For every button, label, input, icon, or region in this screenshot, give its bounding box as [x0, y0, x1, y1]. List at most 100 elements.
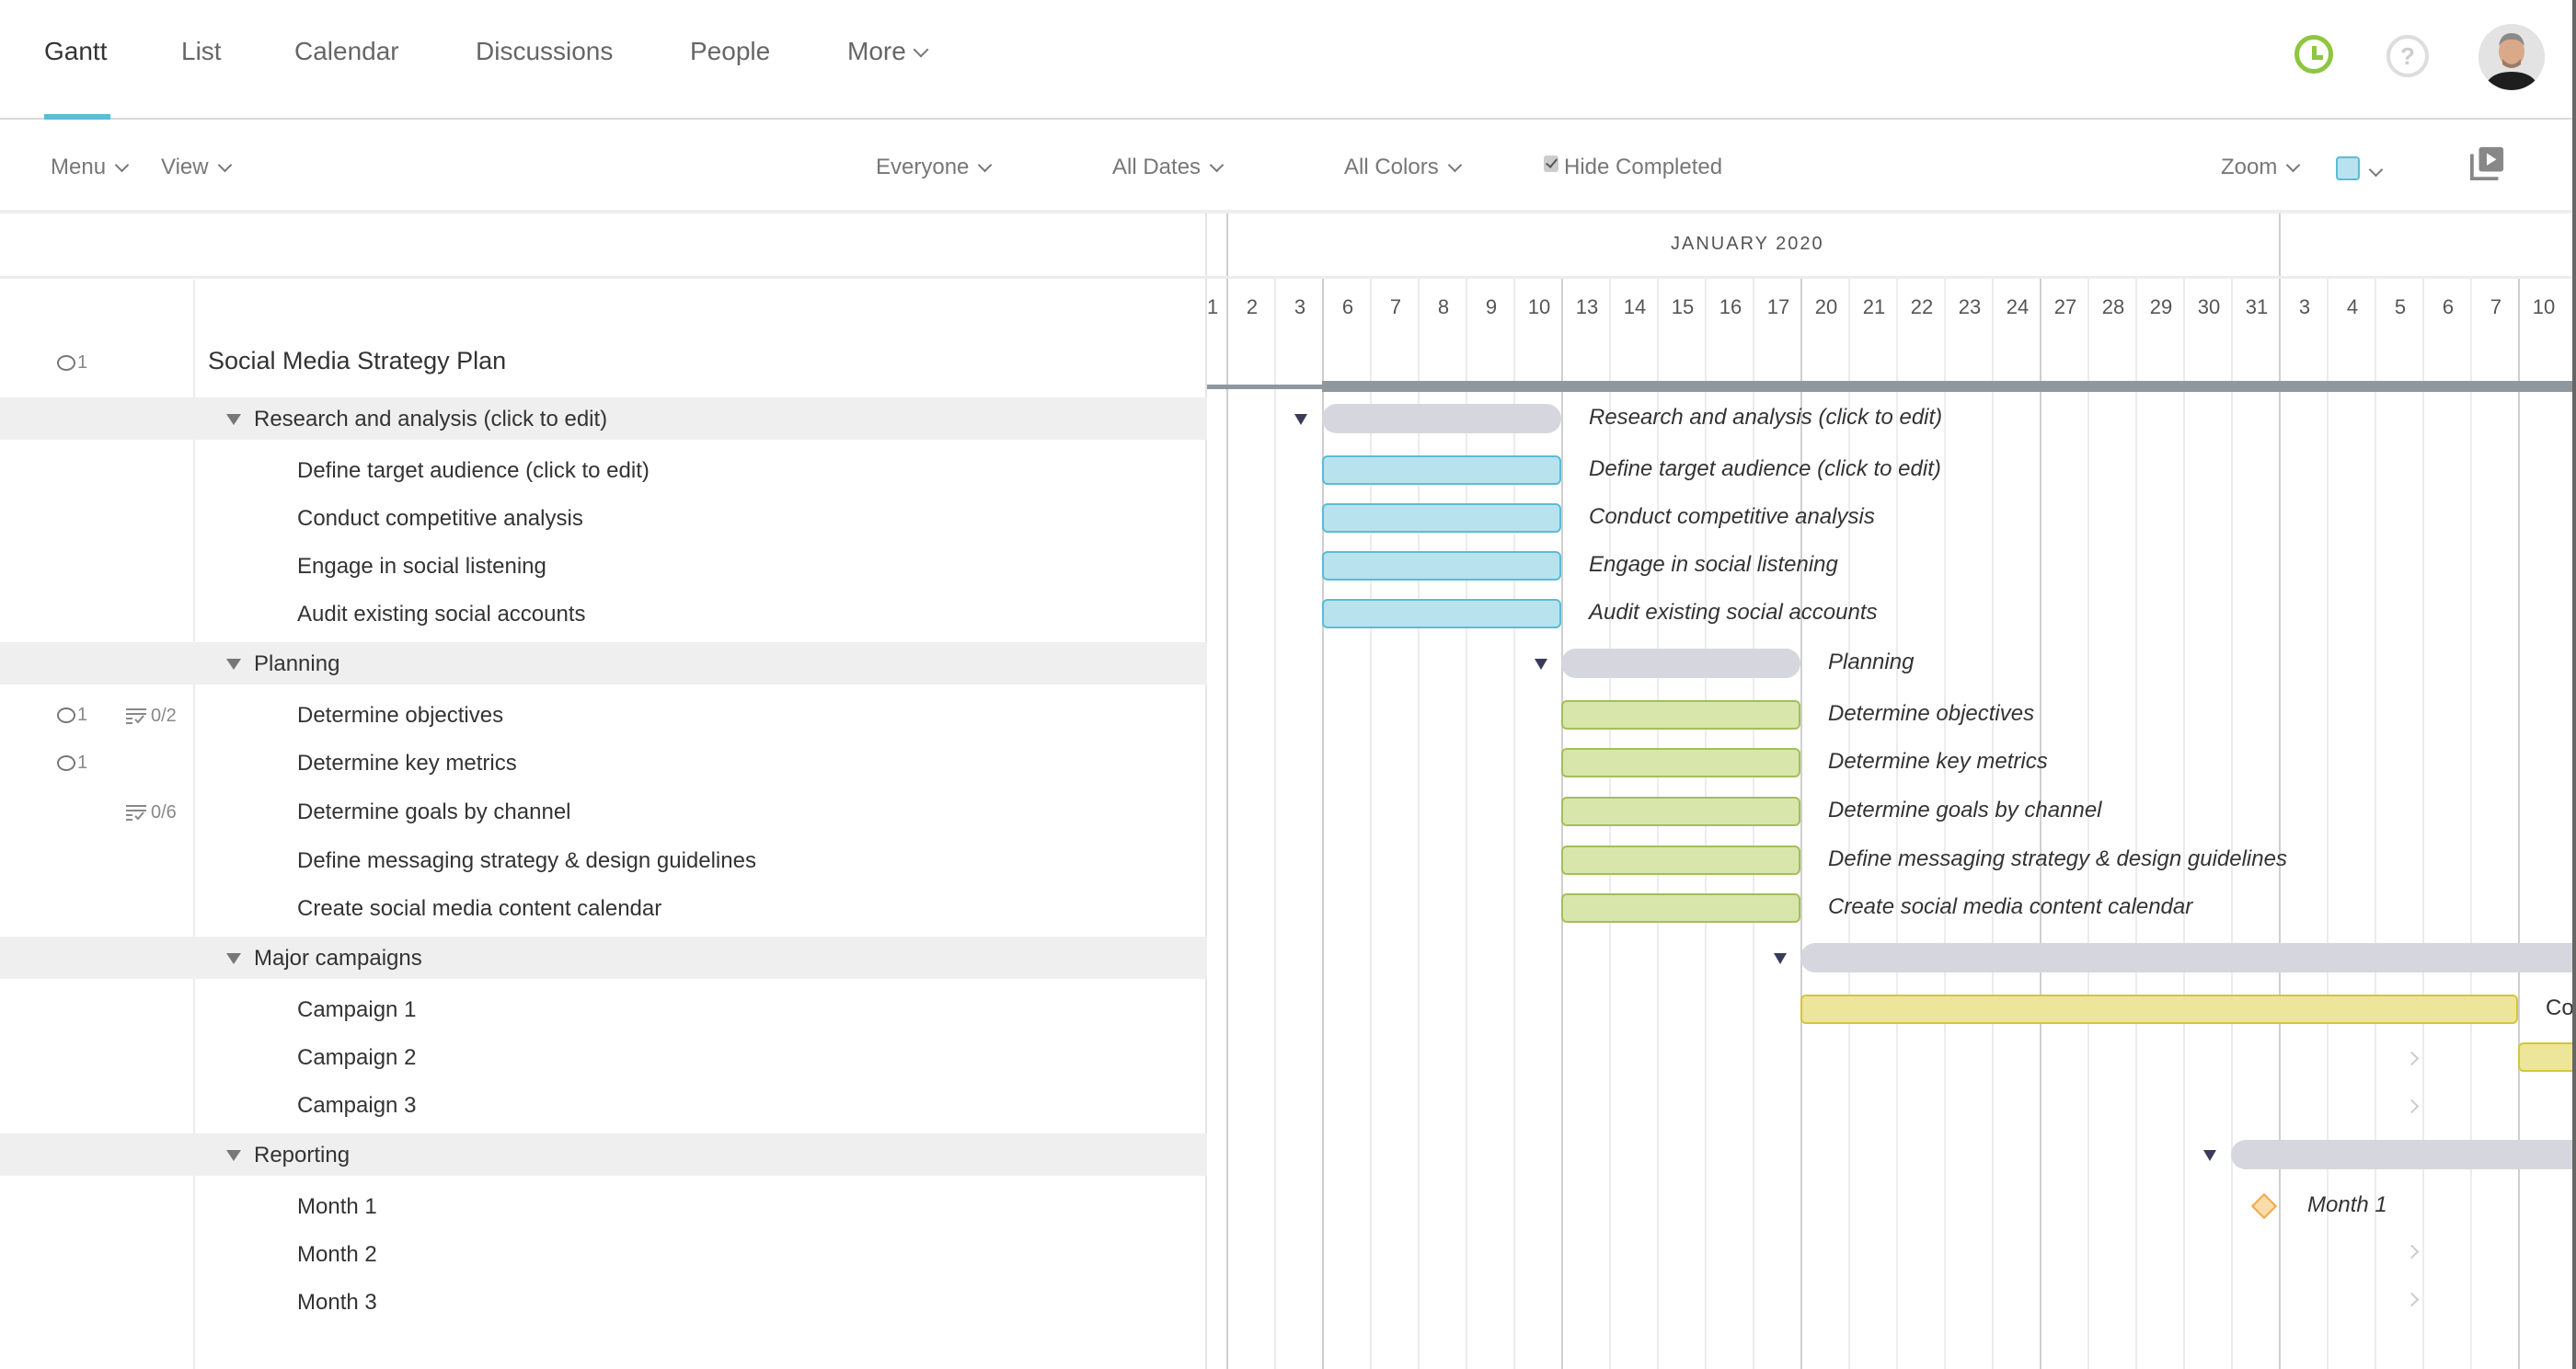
task-bar[interactable]: [1561, 893, 1800, 923]
task-name[interactable]: Engage in social listening: [297, 554, 546, 580]
task-row[interactable]: Month 1: [0, 1185, 1207, 1227]
task-name[interactable]: Determine objectives: [297, 703, 503, 729]
user-avatar[interactable]: [2478, 24, 2545, 90]
clock-icon[interactable]: [2294, 35, 2333, 74]
task-bar[interactable]: [1322, 551, 1561, 581]
task-row[interactable]: Define target audience (click to edit): [0, 449, 1207, 491]
task-name[interactable]: Month 1: [297, 1194, 377, 1220]
menu-dropdown[interactable]: Menu: [51, 155, 130, 180]
colors-filter[interactable]: All Colors: [1344, 155, 1462, 180]
comment-count-value: 1: [77, 352, 88, 373]
tab-calendar[interactable]: Calendar: [294, 37, 399, 66]
everyone-filter[interactable]: Everyone: [876, 155, 993, 180]
task-row[interactable]: Engage in social listening: [0, 545, 1207, 587]
collapse-triangle-icon[interactable]: [226, 953, 241, 964]
task-name[interactable]: Month 3: [297, 1290, 377, 1316]
task-bar[interactable]: [1322, 503, 1561, 533]
task-row[interactable]: Conduct competitive analysis: [0, 497, 1207, 539]
group-summary-bar[interactable]: [1800, 943, 2576, 972]
checklist-count[interactable]: 0/2: [125, 705, 177, 727]
tab-discussions[interactable]: Discussions: [476, 37, 613, 66]
task-row[interactable]: Define messaging strategy & design guide…: [0, 839, 1207, 881]
task-name[interactable]: Create social media content calendar: [297, 896, 661, 922]
day-number: 15: [1671, 295, 1695, 318]
task-row[interactable]: 1 0/2 Determine objectives: [0, 694, 1207, 736]
question-mark-icon[interactable]: ?: [2386, 35, 2429, 77]
view-dropdown[interactable]: View: [161, 155, 232, 180]
task-name[interactable]: Campaign 3: [297, 1093, 416, 1119]
task-name[interactable]: Define messaging strategy & design guide…: [297, 848, 756, 874]
collapse-triangle-icon[interactable]: [1294, 414, 1307, 425]
day-number: 30: [2197, 295, 2221, 318]
comment-count[interactable]: 1: [57, 705, 87, 726]
collapse-triangle-icon[interactable]: [1535, 659, 1547, 670]
task-bar[interactable]: [1561, 748, 1800, 777]
project-row[interactable]: 1 Social Media Strategy Plan: [0, 341, 1207, 384]
task-row[interactable]: Campaign 2: [0, 1036, 1207, 1078]
group-row[interactable]: Major campaigns: [0, 937, 1207, 979]
zoom-dropdown[interactable]: Zoom: [2221, 155, 2301, 180]
group-summary-bar[interactable]: [1322, 404, 1561, 433]
task-bar[interactable]: [1561, 797, 1800, 826]
tab-gantt[interactable]: Gantt: [44, 37, 107, 66]
group-row[interactable]: Research and analysis (click to edit): [0, 397, 1207, 440]
group-name[interactable]: Major campaigns: [254, 946, 422, 972]
project-summary-bar[interactable]: [1322, 381, 2576, 392]
group-name[interactable]: Reporting: [254, 1143, 350, 1168]
task-bar[interactable]: [2518, 1042, 2576, 1072]
task-row[interactable]: 1 Determine key metrics: [0, 742, 1207, 784]
collapse-triangle-icon[interactable]: [1774, 953, 1787, 964]
presentation-play-icon[interactable]: [2470, 145, 2505, 180]
group-summary-bar[interactable]: [1561, 649, 1800, 678]
task-name[interactable]: Audit existing social accounts: [297, 602, 586, 627]
dates-filter[interactable]: All Dates: [1112, 155, 1225, 180]
task-name[interactable]: Campaign 2: [297, 1045, 416, 1071]
task-name[interactable]: Month 2: [297, 1242, 377, 1268]
collapse-triangle-icon[interactable]: [226, 414, 241, 425]
group-name[interactable]: Research and analysis (click to edit): [254, 407, 607, 432]
task-name[interactable]: Conduct competitive analysis: [297, 506, 583, 532]
color-picker-dropdown[interactable]: [2336, 155, 2384, 185]
top-navigation: Gantt List Calendar Discussions People M…: [0, 0, 2576, 120]
task-bar[interactable]: [1322, 599, 1561, 628]
chevron-down-icon: [1447, 157, 1462, 173]
tab-people[interactable]: People: [690, 37, 770, 66]
group-summary-bar[interactable]: [2231, 1140, 2576, 1169]
bar-label: Month 1: [2307, 1192, 2387, 1217]
task-row[interactable]: Campaign 3: [0, 1084, 1207, 1126]
task-bar[interactable]: [1561, 700, 1800, 730]
task-bar[interactable]: [1561, 846, 1800, 875]
comment-count[interactable]: 1: [57, 352, 87, 374]
task-row[interactable]: 0/6 Determine goals by channel: [0, 790, 1207, 833]
task-name[interactable]: Define target audience (click to edit): [297, 458, 650, 484]
day-number: 4: [2346, 295, 2359, 318]
hide-completed-toggle[interactable]: Hide Completed: [1544, 155, 1722, 180]
task-bar[interactable]: [1800, 995, 2518, 1024]
task-row[interactable]: Audit existing social accounts: [0, 592, 1207, 635]
gantt-chart-pane: JANUARY 2020 1 2 3 6 7 8 9 10 13 14 15 16 17 20 21 22 23…: [1207, 213, 2576, 1369]
group-row[interactable]: Reporting: [0, 1133, 1207, 1176]
collapse-triangle-icon[interactable]: [226, 1150, 241, 1161]
checklist-count[interactable]: 0/6: [125, 801, 177, 823]
task-name[interactable]: Determine goals by channel: [297, 800, 571, 825]
task-row[interactable]: Create social media content calendar: [0, 887, 1207, 929]
group-row[interactable]: Planning: [0, 642, 1207, 684]
group-name[interactable]: Planning: [254, 651, 339, 677]
comment-count[interactable]: 1: [57, 753, 87, 774]
task-row[interactable]: Month 3: [0, 1281, 1207, 1323]
collapse-triangle-icon[interactable]: [2203, 1150, 2216, 1161]
day-column: 7: [1370, 279, 1418, 1369]
task-name[interactable]: Determine key metrics: [297, 751, 517, 777]
task-name[interactable]: Campaign 1: [297, 997, 416, 1023]
project-title[interactable]: Social Media Strategy Plan: [208, 347, 506, 375]
day-number: 3: [2298, 295, 2311, 318]
day-column: 20: [1800, 279, 1848, 1369]
tab-list[interactable]: List: [181, 37, 222, 66]
task-bar[interactable]: [1322, 455, 1561, 485]
task-row[interactable]: Campaign 1: [0, 988, 1207, 1030]
collapse-triangle-icon[interactable]: [226, 659, 241, 670]
hide-completed-checkbox[interactable]: [1544, 155, 1558, 172]
tab-more[interactable]: More: [847, 37, 929, 66]
task-row[interactable]: Month 2: [0, 1233, 1207, 1275]
day-column: 24: [1992, 279, 2040, 1369]
